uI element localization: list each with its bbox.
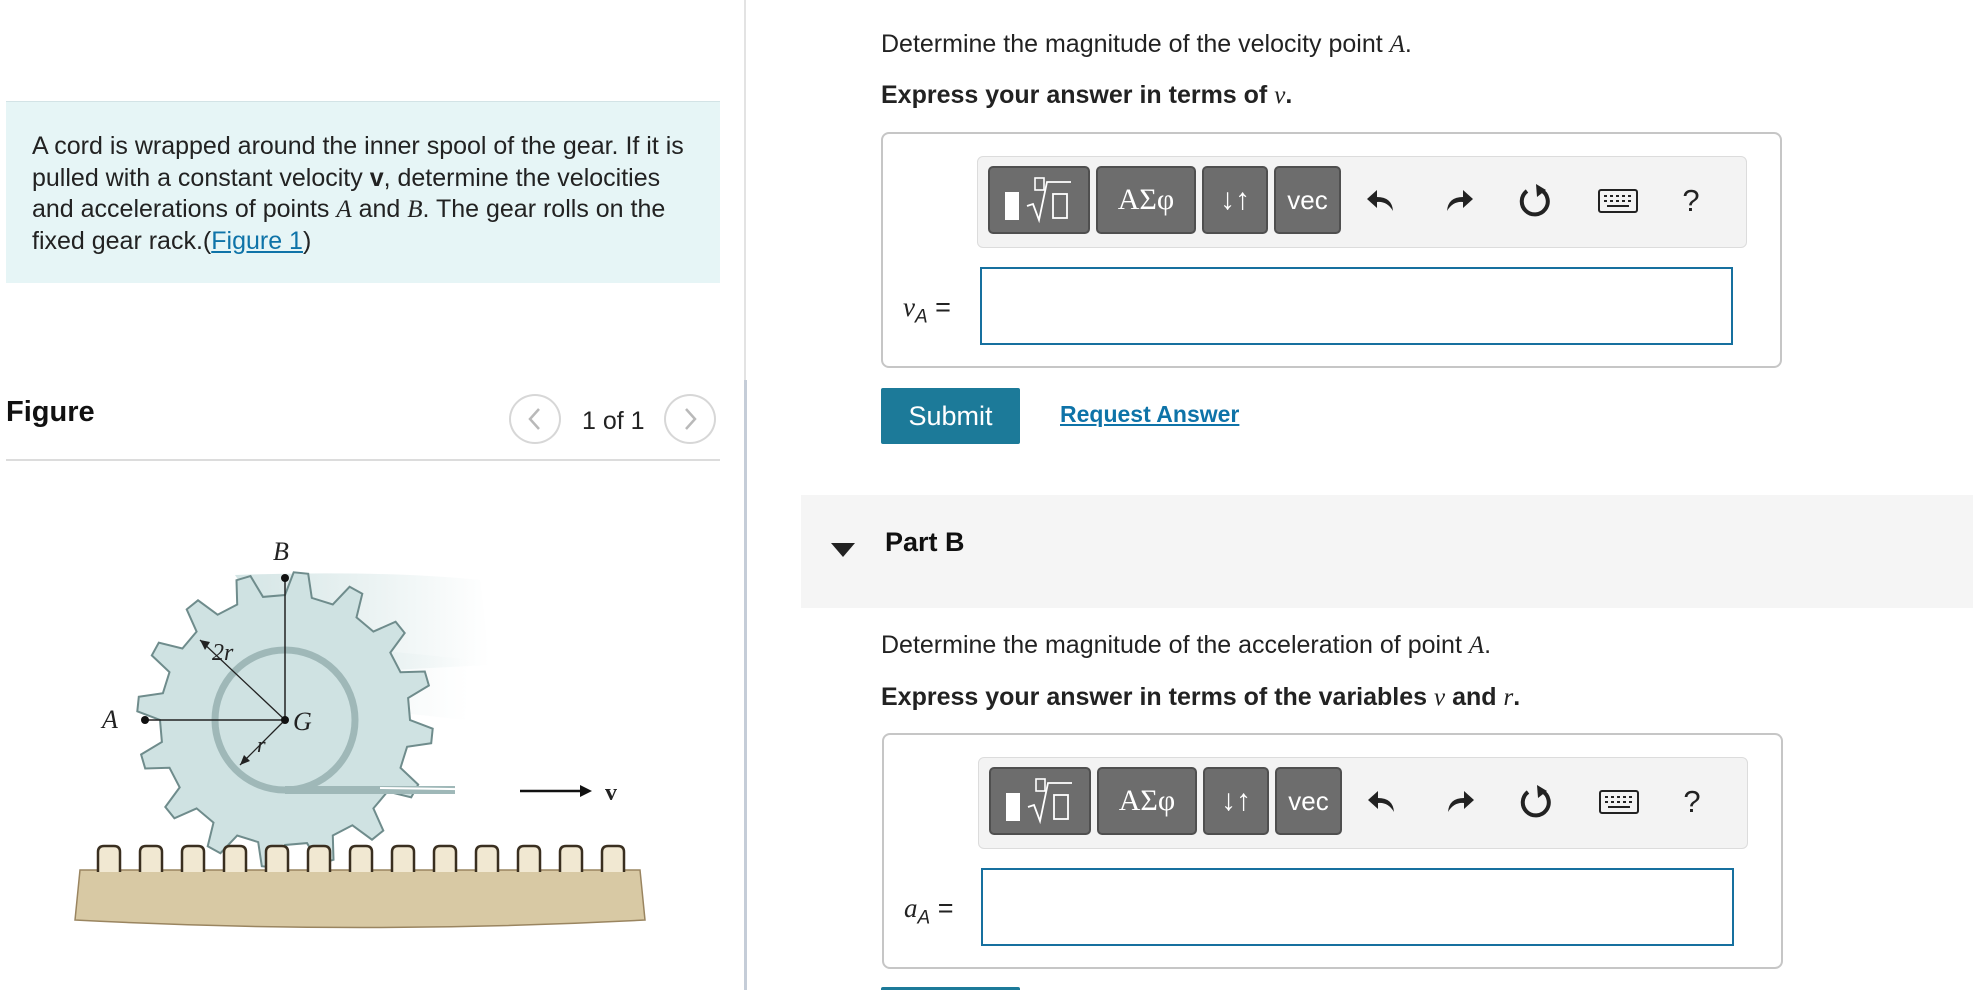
symbols-button[interactable]: ΑΣφ	[1096, 166, 1196, 234]
point-a-dot	[141, 716, 149, 724]
part-b-variable: aA =	[904, 893, 954, 929]
reset-icon	[1520, 785, 1551, 818]
point-g-dot	[281, 716, 289, 724]
templates-button[interactable]	[988, 166, 1090, 234]
rack-tooth	[348, 844, 374, 872]
rack-tooth	[516, 844, 542, 872]
rack-tooth	[222, 844, 248, 872]
undo-button[interactable]	[1359, 778, 1405, 826]
point-b-dot	[281, 574, 289, 582]
symbols-button[interactable]: ΑΣφ	[1097, 767, 1197, 835]
caret-down-icon	[831, 543, 855, 557]
rack-tooth	[390, 844, 416, 872]
part-a-instruction: Express your answer in terms of v.	[881, 81, 1293, 109]
help-button[interactable]: ?	[1669, 778, 1715, 826]
right-panel: Determine the magnitude of the velocity …	[746, 0, 1973, 990]
templates-icon	[1005, 177, 1071, 224]
rack-tooth	[138, 844, 164, 872]
part-b-answer-input[interactable]	[981, 868, 1734, 946]
label-b: B	[273, 537, 289, 566]
keyboard-button[interactable]	[1589, 778, 1649, 826]
part-a-question: Determine the magnitude of the velocity …	[881, 30, 1412, 58]
part-b-instruction: Express your answer in terms of the vari…	[881, 683, 1521, 711]
part-a-answer-input[interactable]	[980, 267, 1733, 345]
part-b-title: Part B	[885, 527, 965, 557]
label-v: v	[605, 780, 617, 806]
math-toolbar: ΑΣφ ↓↑ vec ?	[978, 757, 1748, 849]
figure-next-button[interactable]	[664, 394, 716, 444]
templates-icon	[1006, 778, 1072, 825]
chevron-right-icon	[685, 408, 697, 430]
math-toolbar: ΑΣφ ↓↑ vec ?	[977, 156, 1747, 248]
keyboard-button[interactable]	[1588, 177, 1648, 225]
rack-tooth	[432, 844, 458, 872]
rack-base	[74, 869, 646, 929]
left-panel: A cord is wrapped around the inner spool…	[0, 0, 745, 990]
rack-tooth	[180, 844, 206, 872]
point-a-symbol: A	[336, 196, 352, 223]
part-a-variable: vA =	[903, 292, 951, 328]
figure-prev-button[interactable]	[509, 394, 561, 444]
figure-divider	[6, 459, 720, 461]
reset-button[interactable]	[1512, 177, 1558, 225]
reset-button[interactable]	[1513, 778, 1559, 826]
keyboard-icon	[1598, 189, 1638, 213]
figure-counter: 1 of 1	[582, 407, 645, 435]
undo-button[interactable]	[1358, 177, 1404, 225]
redo-icon	[1448, 791, 1474, 812]
templates-button[interactable]	[989, 767, 1091, 835]
help-button[interactable]: ?	[1668, 177, 1714, 225]
velocity-symbol: v	[369, 163, 384, 192]
rack-tooth	[96, 844, 122, 872]
undo-icon	[1367, 190, 1393, 211]
request-answer-link[interactable]: Request Answer	[1060, 401, 1239, 428]
problem-text: )	[302, 226, 312, 255]
velocity-arrowhead	[580, 785, 592, 797]
redo-button[interactable]	[1436, 177, 1482, 225]
problem-text: and	[351, 195, 408, 223]
keyboard-icon	[1599, 790, 1639, 814]
reset-icon	[1519, 184, 1550, 217]
rack-tooth	[306, 844, 332, 872]
gear-figure: B A G 2r r v	[74, 537, 646, 929]
redo-button[interactable]	[1437, 778, 1483, 826]
redo-icon	[1447, 190, 1473, 211]
rack-tooth	[600, 844, 626, 872]
subscript-button[interactable]: ↓↑	[1203, 767, 1269, 835]
figure-title: Figure	[6, 396, 95, 428]
vector-button[interactable]: vec	[1275, 767, 1342, 835]
gear-rack	[74, 844, 646, 929]
submit-button[interactable]: Submit	[881, 388, 1020, 444]
label-2r: 2r	[212, 640, 234, 666]
label-r: r	[257, 732, 266, 757]
rack-tooth	[474, 844, 500, 872]
undo-icon	[1368, 791, 1394, 812]
chevron-left-icon	[528, 408, 540, 430]
part-b-answer-box: ΑΣφ ↓↑ vec ? aA =	[882, 733, 1783, 969]
part-b-question: Determine the magnitude of the accelerat…	[881, 631, 1492, 659]
rack-tooth	[558, 844, 584, 872]
part-a-answer-box: ΑΣφ ↓↑ vec ? vA =	[881, 132, 1782, 368]
vector-button[interactable]: vec	[1274, 166, 1341, 234]
label-a: A	[100, 705, 118, 734]
part-b-header[interactable]: Part B	[801, 495, 1973, 608]
label-g: G	[293, 707, 312, 736]
problem-statement: A cord is wrapped around the inner spool…	[6, 101, 720, 283]
rack-tooth	[264, 844, 290, 872]
figure-link[interactable]: Figure 1	[211, 227, 303, 255]
point-b-symbol: B	[407, 196, 423, 223]
subscript-button[interactable]: ↓↑	[1202, 166, 1268, 234]
